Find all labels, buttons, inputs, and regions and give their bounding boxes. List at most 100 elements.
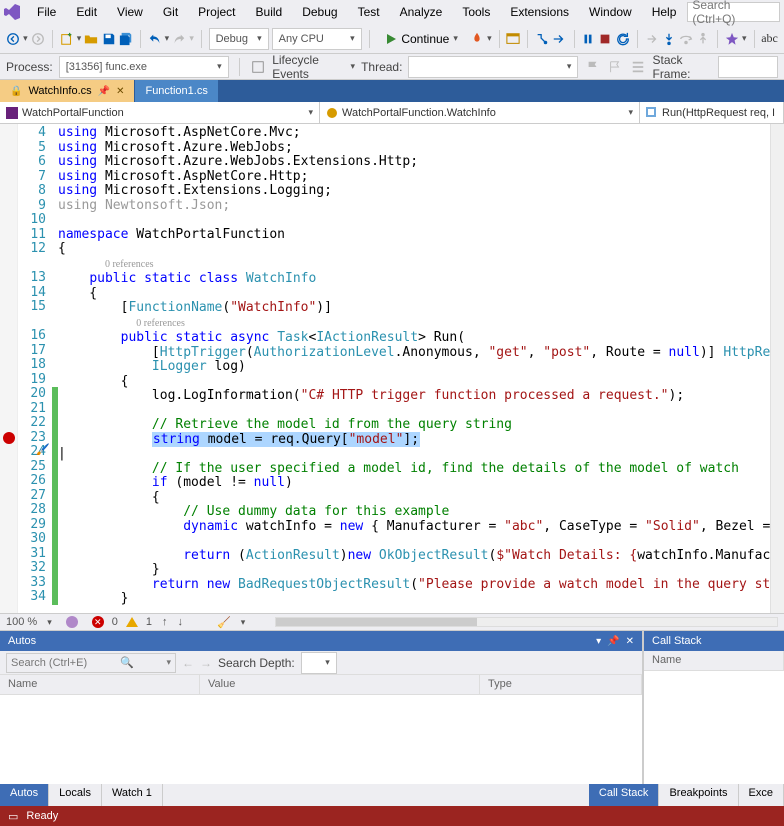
tab-label: WatchInfo.cs [28, 85, 91, 97]
nav-class-combo[interactable]: WatchPortalFunction.WatchInfo▾ [320, 102, 640, 123]
continue-button[interactable]: Continue ▾ [376, 28, 467, 50]
stop-icon[interactable] [598, 29, 612, 49]
restart-icon[interactable] [616, 29, 630, 49]
panel-close-icon[interactable]: ✕ [626, 636, 634, 647]
debug-location-toolbar: Process: [31356] func.exe▾ Lifecycle Eve… [0, 54, 784, 80]
breakpoint-margin[interactable] [0, 124, 18, 613]
flag-icon[interactable] [584, 57, 601, 77]
menu-test[interactable]: Test [349, 2, 389, 22]
undo-icon[interactable] [148, 29, 162, 49]
forward-icon [31, 29, 45, 49]
save-all-icon[interactable] [119, 29, 133, 49]
hot-reload-icon[interactable] [470, 29, 484, 49]
pause-icon[interactable] [581, 29, 595, 49]
new-item-icon[interactable] [60, 29, 74, 49]
menu-help[interactable]: Help [643, 2, 686, 22]
menu-build[interactable]: Build [247, 2, 292, 22]
config-combo[interactable]: Debug▾ [209, 28, 269, 50]
nav-fwd-icon[interactable]: → [200, 656, 212, 670]
thread-combo[interactable]: ▾ [408, 56, 578, 78]
callstack-header[interactable]: Call Stack [644, 631, 784, 651]
cleanup-icon[interactable]: 🧹 [217, 616, 231, 629]
step-out-icon [696, 29, 710, 49]
btab-locals[interactable]: Locals [49, 784, 102, 806]
step-into-specific-icon[interactable] [535, 29, 549, 49]
text-format-icon[interactable]: abc [761, 29, 778, 49]
callstack-panel: Call Stack Name [644, 631, 784, 784]
back-icon[interactable] [6, 29, 20, 49]
callstack-body[interactable] [644, 671, 784, 784]
panel-dropdown-icon[interactable]: ▾ [596, 636, 601, 647]
stackframe-combo[interactable] [718, 56, 778, 78]
col-value[interactable]: Value [200, 675, 480, 694]
quick-search-input[interactable]: Search (Ctrl+Q) [687, 2, 780, 22]
menu-window[interactable]: Window [580, 2, 641, 22]
flag-threads-icon[interactable] [607, 57, 624, 77]
breakpoint-icon[interactable] [3, 432, 15, 444]
col-type[interactable]: Type [480, 675, 642, 694]
btab-exception[interactable]: Exce [739, 784, 784, 806]
search-icon: 🔍 [120, 656, 134, 669]
lightbulb-icon[interactable]: 🖌️ [36, 443, 50, 456]
scrollbar-minimap[interactable] [770, 124, 784, 613]
prev-issue-icon[interactable]: ↑ [162, 616, 168, 628]
redo-icon [172, 29, 186, 49]
nav-member-combo[interactable]: Run(HttpRequest req, I [640, 102, 784, 123]
open-icon[interactable] [84, 29, 98, 49]
show-next-statement-icon[interactable] [552, 29, 566, 49]
btab-callstack[interactable]: Call Stack [589, 784, 660, 806]
nav-project-combo[interactable]: WatchPortalFunction▾ [0, 102, 320, 123]
status-text: Ready [26, 810, 58, 822]
error-count-icon[interactable]: ✕ [92, 616, 104, 628]
lock-icon: 🔒 [10, 86, 22, 97]
autos-header[interactable]: Autos ▾ 📌 ✕ [0, 631, 642, 651]
bottom-tab-strip: Autos Locals Watch 1 Call Stack Breakpoi… [0, 784, 784, 806]
code-area[interactable]: using Microsoft.AspNetCore.Mvc;using Mic… [58, 124, 770, 613]
intellicode-icon[interactable] [725, 29, 739, 49]
lifecycle-icon[interactable] [250, 57, 267, 77]
document-tab-well: 🔒 WatchInfo.cs 📌 ✕ Function1.cs [0, 80, 784, 102]
zoom-level[interactable]: 100 % [6, 616, 37, 628]
toolwindow-icon[interactable] [506, 29, 520, 49]
close-icon[interactable]: ✕ [116, 86, 124, 97]
pin-icon[interactable]: 📌 [98, 86, 110, 97]
menu-git[interactable]: Git [154, 2, 187, 22]
save-icon[interactable] [101, 29, 115, 49]
horizontal-scrollbar[interactable] [275, 617, 778, 627]
search-depth-combo[interactable]: ▾ [301, 652, 337, 674]
health-icon[interactable] [62, 612, 82, 632]
menu-debug[interactable]: Debug [293, 2, 346, 22]
editor-status-bar: 100 %▾ ✕0 1 ↑ ↓ 🧹▾ [0, 613, 784, 631]
menu-view[interactable]: View [108, 2, 152, 22]
tab-function1[interactable]: Function1.cs [135, 80, 218, 102]
menu-analyze[interactable]: Analyze [391, 2, 452, 22]
menu-project[interactable]: Project [189, 2, 244, 22]
col-name[interactable]: Name [0, 675, 200, 694]
menu-extensions[interactable]: Extensions [501, 2, 578, 22]
step-into-icon[interactable] [662, 29, 676, 49]
output-icon[interactable]: ▭ [8, 810, 18, 823]
menu-bar: File Edit View Git Project Build Debug T… [0, 0, 784, 24]
threads-icon[interactable] [630, 57, 647, 77]
btab-watch1[interactable]: Watch 1 [102, 784, 163, 806]
autos-search-input[interactable]: Search (Ctrl+E) 🔍▾ [6, 653, 176, 673]
panel-pin-icon[interactable]: 📌 [607, 636, 619, 647]
btab-autos[interactable]: Autos [0, 784, 49, 806]
warning-count-icon[interactable] [126, 617, 138, 627]
btab-breakpoints[interactable]: Breakpoints [659, 784, 738, 806]
line-number-gutter: 456789101112 131415 16171819202122232425… [18, 124, 52, 613]
col-name[interactable]: Name [644, 651, 784, 670]
nav-back-icon[interactable]: ← [182, 656, 194, 670]
thread-label: Thread: [361, 60, 402, 74]
class-icon [326, 107, 338, 119]
platform-combo[interactable]: Any CPU▾ [272, 28, 362, 50]
next-issue-icon[interactable]: ↓ [177, 616, 183, 628]
callstack-columns: Name [644, 651, 784, 671]
menu-file[interactable]: File [28, 2, 65, 22]
autos-body[interactable] [0, 695, 642, 784]
tab-watchinfo[interactable]: 🔒 WatchInfo.cs 📌 ✕ [0, 80, 135, 102]
menu-tools[interactable]: Tools [453, 2, 499, 22]
process-combo[interactable]: [31356] func.exe▾ [59, 56, 229, 78]
menu-edit[interactable]: Edit [67, 2, 106, 22]
code-editor[interactable]: 456789101112 131415 16171819202122232425… [0, 124, 784, 613]
